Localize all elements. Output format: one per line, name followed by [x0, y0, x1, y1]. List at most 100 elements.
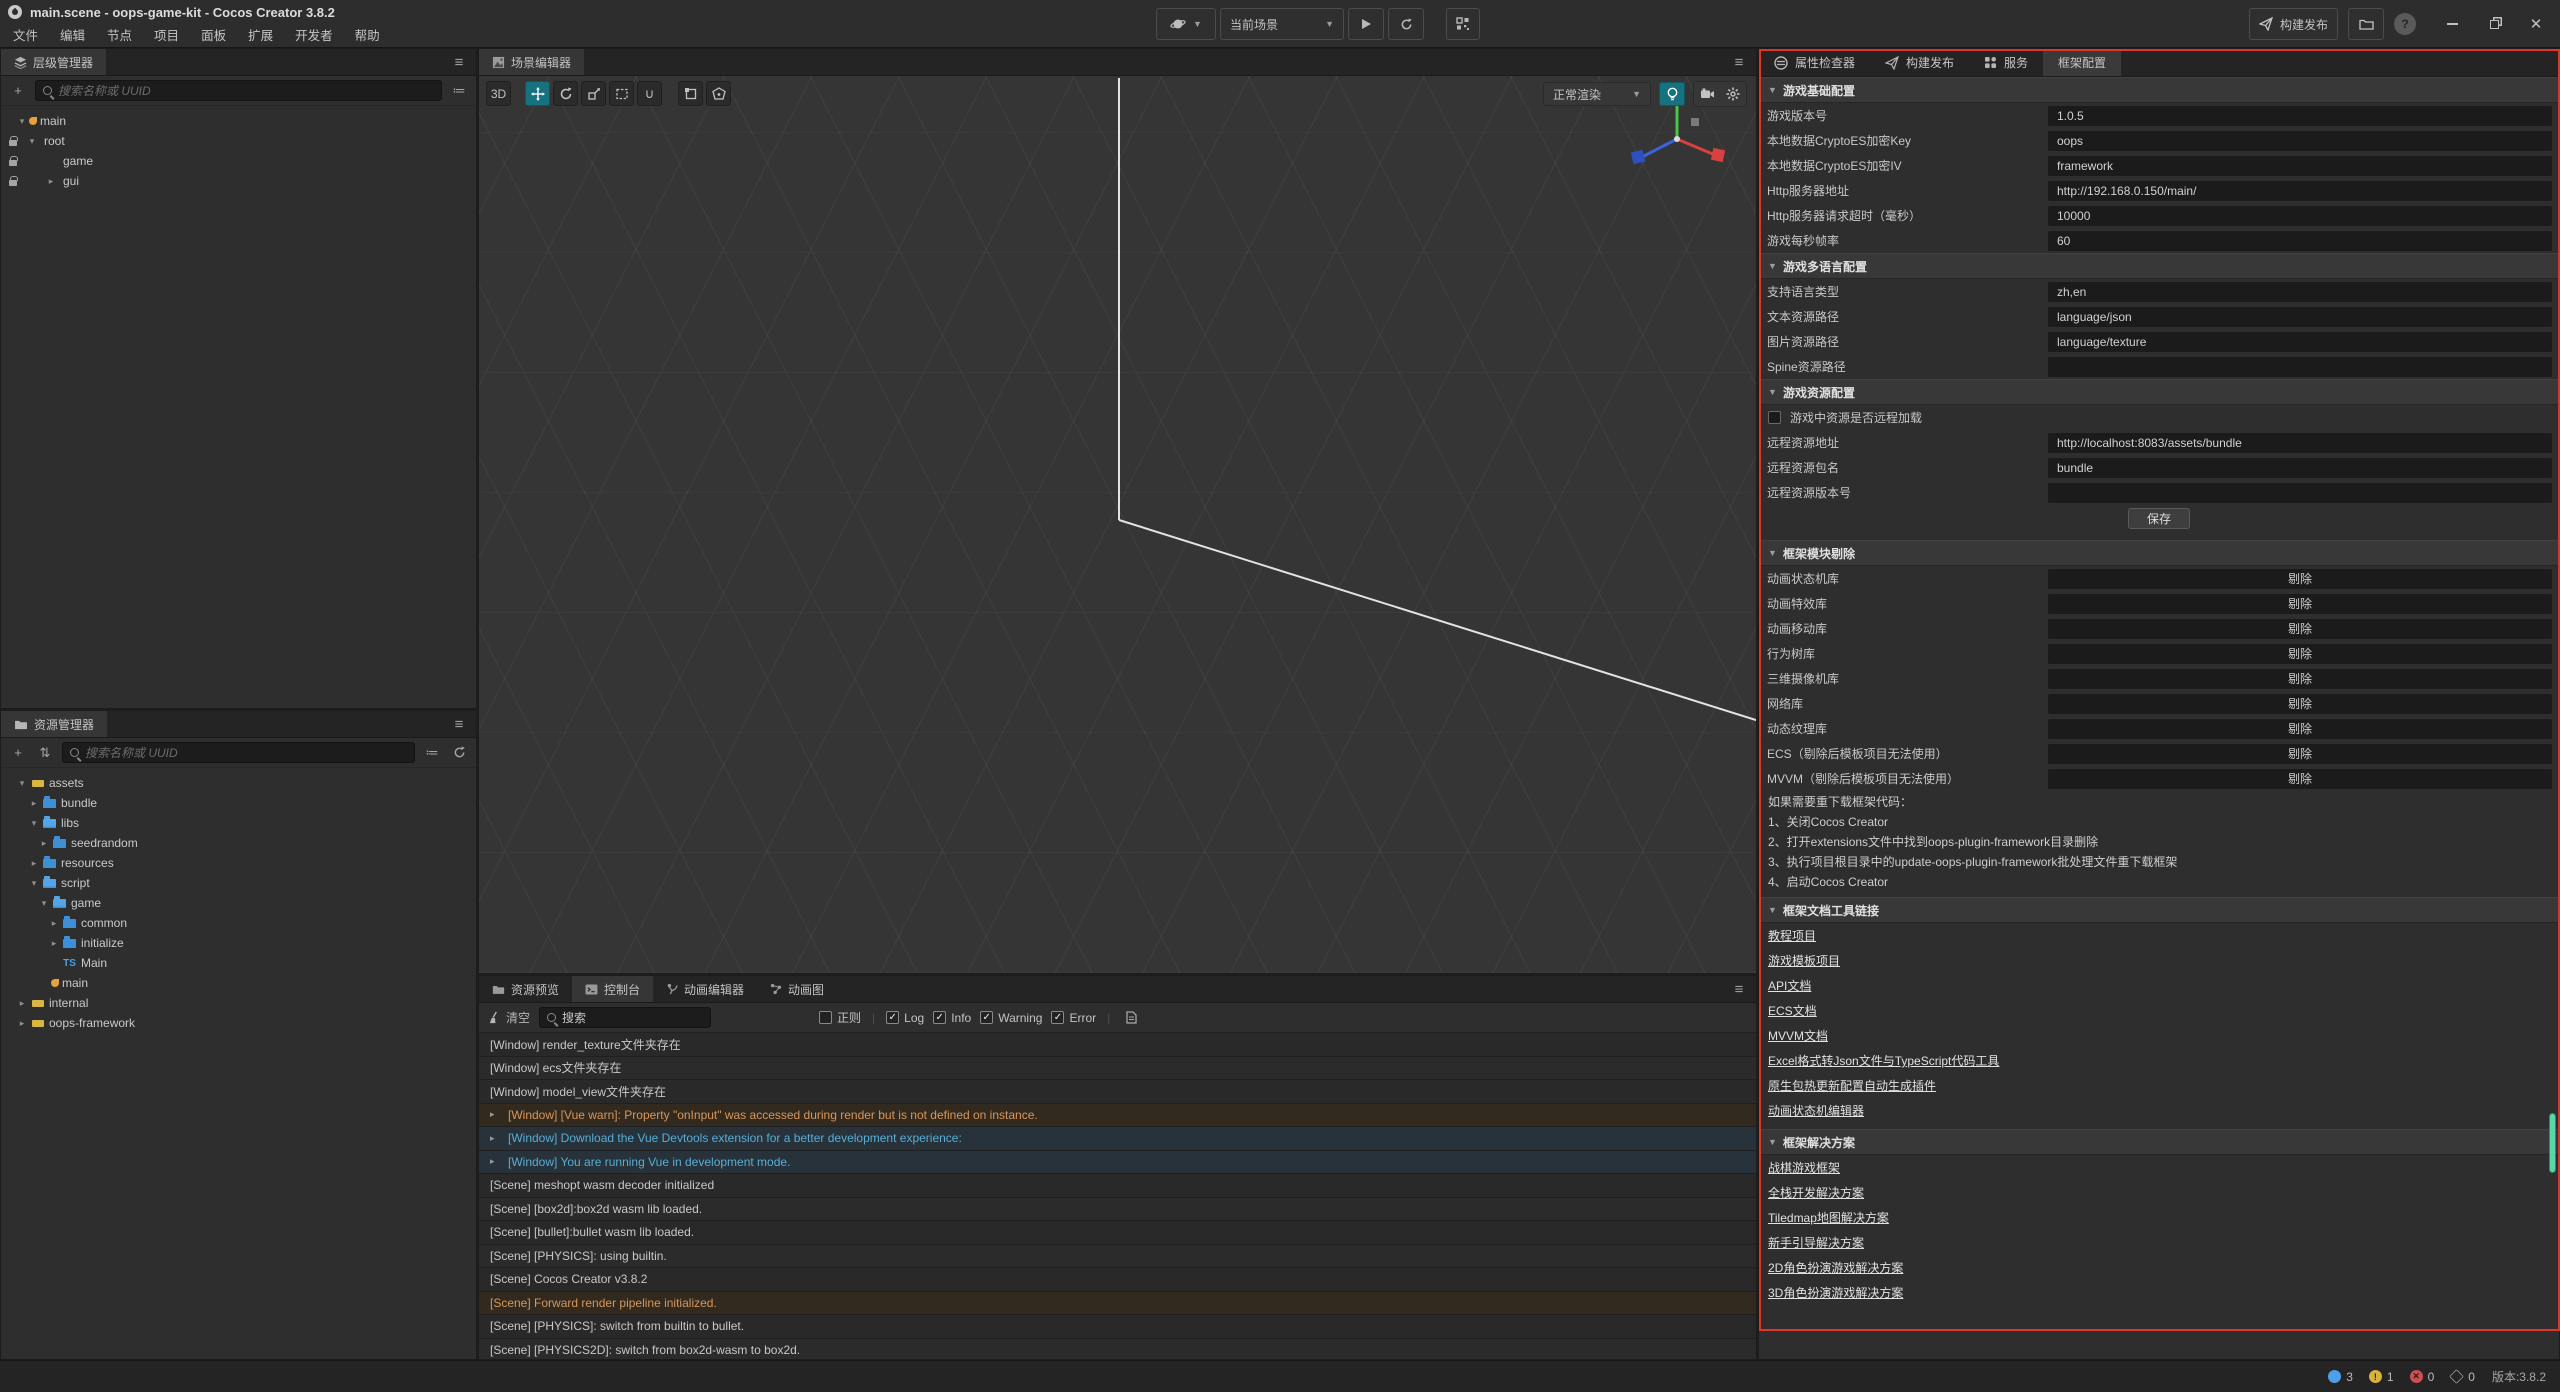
checkbox-unchecked[interactable] [1768, 411, 1781, 424]
tree-node[interactable]: ▸ gui [1, 171, 476, 191]
expand-arrow-icon[interactable]: ▾ [25, 136, 39, 147]
console-log-row[interactable]: ! [Scene] [box2d]:box2d wasm lib loaded. [479, 1198, 1756, 1222]
regex-checkbox[interactable]: 正则 [819, 1009, 861, 1026]
expand-arrow-icon[interactable]: ▸ [47, 938, 61, 949]
scale-tool-button[interactable] [581, 81, 606, 106]
menu-item[interactable]: 项目 [143, 24, 190, 48]
restore-button[interactable] [2486, 16, 2502, 32]
scene-settings-button[interactable] [1720, 82, 1746, 106]
section-header-trim[interactable]: ▼框架模块剔除 [1759, 540, 2559, 566]
preview-qr-button[interactable] [1446, 8, 1480, 40]
doc-link[interactable]: API文档 [1768, 977, 1811, 994]
hierarchy-search-input[interactable]: 搜索名称或 UUID [35, 80, 442, 101]
console-log-row[interactable]: ! [Window] ecs文件夹存在 [479, 1057, 1756, 1081]
tab-property-inspector[interactable]: 属性检查器 [1759, 49, 1870, 76]
remove-module-button[interactable]: 剔除 [2048, 644, 2552, 664]
play-button[interactable] [1348, 8, 1384, 40]
mode-3d-button[interactable]: 3D [486, 81, 511, 106]
rect-tool-button[interactable] [609, 81, 634, 106]
field-input[interactable] [2048, 357, 2552, 377]
minimize-button[interactable] [2444, 16, 2460, 32]
lighting-toggle-button[interactable] [1659, 82, 1685, 106]
messages-badge[interactable]: 3 [2328, 1370, 2353, 1384]
tab-animation-editor[interactable]: 动画编辑器 [653, 976, 757, 1002]
field-input[interactable]: bundle [2048, 458, 2552, 478]
tree-node[interactable]: ▸ oops-framework [1, 1013, 476, 1033]
filter-error-checkbox[interactable]: ✓Error [1051, 1011, 1096, 1025]
open-project-folder-button[interactable] [2348, 8, 2384, 40]
panel-menu-icon[interactable]: ≡ [1722, 49, 1756, 75]
tab-assets[interactable]: 资源管理器 [1, 711, 107, 737]
remove-module-button[interactable]: 剔除 [2048, 594, 2552, 614]
build-publish-button[interactable]: 构建发布 [2249, 8, 2338, 40]
expand-arrow-icon[interactable]: ▾ [27, 818, 41, 829]
doc-link[interactable]: Excel格式转Json文件与TypeScript代码工具 [1768, 1052, 1999, 1069]
tree-node[interactable]: ▾ libs [1, 813, 476, 833]
filter-icon[interactable]: ≔ [422, 743, 442, 763]
expand-arrow-icon[interactable]: ▸ [490, 1109, 508, 1120]
filter-log-checkbox[interactable]: ✓Log [886, 1011, 924, 1025]
remove-module-button[interactable]: 剔除 [2048, 569, 2552, 589]
solution-link[interactable]: 3D角色扮演游戏解决方案 [1768, 1284, 1903, 1301]
field-input[interactable]: framework [2048, 156, 2552, 176]
tab-animation-graph[interactable]: 动画图 [757, 976, 837, 1002]
doc-link[interactable]: 动画状态机编辑器 [1768, 1102, 1864, 1119]
tree-node[interactable]: ▸ seedrandom [1, 833, 476, 853]
field-input[interactable]: http://localhost:8083/assets/bundle [2048, 433, 2552, 453]
field-input[interactable]: http://192.168.0.150/main/ [2048, 181, 2552, 201]
menu-item[interactable]: 面板 [190, 24, 237, 48]
expand-arrow-icon[interactable]: ▾ [15, 778, 29, 789]
menu-item[interactable]: 扩展 [237, 24, 284, 48]
expand-arrow-icon[interactable]: ▸ [47, 918, 61, 929]
console-log-row[interactable]: ! [Window] model_view文件夹存在 [479, 1080, 1756, 1104]
console-log-row[interactable]: ! [Scene] Cocos Creator v3.8.2 [479, 1268, 1756, 1292]
console-search-input[interactable]: 搜索 [539, 1007, 711, 1028]
menu-item[interactable]: 编辑 [49, 24, 96, 48]
expand-arrow-icon[interactable]: ▸ [15, 998, 29, 1009]
expand-arrow-icon[interactable]: ▸ [490, 1133, 508, 1144]
tree-node[interactable]: ▾ root [1, 131, 476, 151]
render-mode-dropdown[interactable]: 正常渲染 ▼ [1543, 82, 1651, 106]
add-node-button[interactable]: + [8, 81, 28, 101]
doc-link[interactable]: 原生包热更新配置自动生成插件 [1768, 1077, 1936, 1094]
section-header-language[interactable]: ▼游戏多语言配置 [1759, 253, 2559, 279]
field-input[interactable]: language/texture [2048, 332, 2552, 352]
sort-icon[interactable]: ⇅ [35, 743, 55, 763]
field-input[interactable]: oops [2048, 131, 2552, 151]
doc-link[interactable]: 游戏模板项目 [1768, 952, 1840, 969]
move-tool-button[interactable] [525, 81, 550, 106]
solution-link[interactable]: 战棋游戏框架 [1768, 1159, 1840, 1176]
tree-node[interactable]: ▾ script [1, 873, 476, 893]
solution-link[interactable]: 全栈开发解决方案 [1768, 1184, 1864, 1201]
add-asset-button[interactable]: + [8, 743, 28, 763]
anchor-tool-button[interactable] [678, 81, 703, 106]
tab-asset-preview[interactable]: 资源预览 [479, 976, 572, 1002]
expand-arrow-icon[interactable]: ▸ [44, 176, 58, 187]
console-log-row[interactable]: ! [Scene] [bullet]:bullet wasm lib loade… [479, 1221, 1756, 1245]
filter-info-checkbox[interactable]: ✓Info [933, 1011, 971, 1025]
expand-arrow-icon[interactable]: ▸ [37, 838, 51, 849]
warnings-badge[interactable]: ! 1 [2369, 1370, 2394, 1384]
reload-button[interactable] [1388, 8, 1424, 40]
errors-badge[interactable]: ✕ 0 [2410, 1370, 2435, 1384]
console-log-row[interactable]: ! [Scene] [PHYSICS2D]: switch from box2d… [479, 1339, 1756, 1360]
tree-node[interactable]: TS Main [1, 953, 476, 973]
expand-arrow-icon[interactable]: ▸ [490, 1156, 508, 1167]
field-input[interactable] [2048, 483, 2552, 503]
log-file-button[interactable] [1121, 1008, 1141, 1028]
panel-menu-icon[interactable]: ≡ [442, 49, 476, 75]
doc-link[interactable]: ECS文档 [1768, 1002, 1817, 1019]
tab-scene-editor[interactable]: 场景编辑器 [479, 49, 584, 75]
console-log-row[interactable]: ! ▸ [Window] Download the Vue Devtools e… [479, 1127, 1756, 1151]
remove-module-button[interactable]: 剔除 [2048, 769, 2552, 789]
gizmo-ui-tool-button[interactable]: ∪ [637, 81, 662, 106]
scene-selector-dropdown[interactable]: 当前场景 ▼ [1220, 8, 1344, 40]
console-log-row[interactable]: ! [Scene] meshopt wasm decoder initializ… [479, 1174, 1756, 1198]
remove-module-button[interactable]: 剔除 [2048, 719, 2552, 739]
expand-arrow-icon[interactable]: ▸ [27, 858, 41, 869]
expand-arrow-icon[interactable]: ▸ [27, 798, 41, 809]
scrollbar-thumb[interactable] [2549, 1113, 2556, 1173]
solution-link[interactable]: 新手引导解决方案 [1768, 1234, 1864, 1251]
tree-node[interactable]: ▾ game [1, 893, 476, 913]
solution-link[interactable]: Tiledmap地图解决方案 [1768, 1209, 1889, 1226]
